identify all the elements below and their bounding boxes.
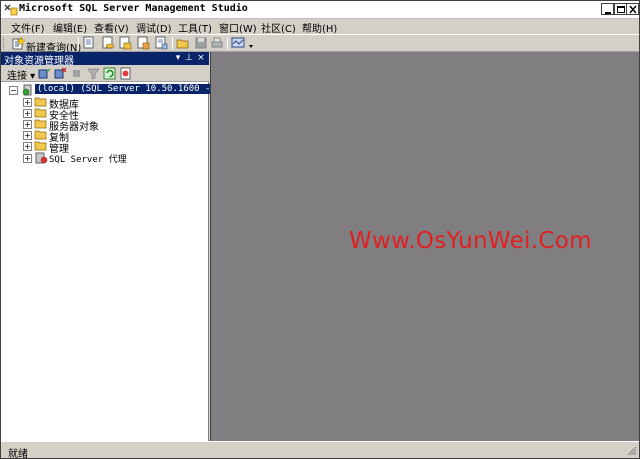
toolbar-separator <box>172 37 173 50</box>
new-file-icon <box>83 36 94 49</box>
new-query-button[interactable]: 新建查询(N) <box>8 36 81 54</box>
refresh-icon[interactable] <box>103 67 116 80</box>
stop-icon[interactable] <box>70 67 83 80</box>
folder-icon <box>34 141 47 151</box>
print-icon <box>211 37 223 48</box>
database-engine-query-icon <box>102 36 115 49</box>
object-explorer-toolbar: 连接 ▾ <box>1 65 209 82</box>
standard-toolbar: 新建查询(N) <box>1 34 639 54</box>
toolbar-overflow-icon <box>249 45 253 48</box>
connect-object-explorer-icon[interactable] <box>38 67 51 80</box>
expand-icon[interactable]: + <box>23 98 32 107</box>
menu-file[interactable]: 文件(F) <box>11 20 45 35</box>
menu-view[interactable]: 查看(V) <box>94 20 129 35</box>
print-button[interactable] <box>210 36 225 51</box>
summary-icon[interactable] <box>119 67 132 80</box>
save-button[interactable] <box>194 36 209 51</box>
expand-icon[interactable]: + <box>23 142 32 151</box>
toolbar-overflow-button[interactable] <box>247 36 255 51</box>
tree-node-management[interactable]: + 管理 <box>1 140 209 155</box>
status-bar: 就绪 <box>1 441 639 459</box>
object-explorer-header: 对象资源管理器 ▾ ⊥ × <box>1 52 209 67</box>
sql-agent-icon <box>35 152 48 164</box>
collapse-icon[interactable]: − <box>9 86 18 95</box>
toolbar-grip[interactable] <box>3 37 6 50</box>
filter-icon[interactable] <box>87 67 100 80</box>
tree-node-sql-agent[interactable]: + SQL Server 代理 <box>1 152 209 165</box>
tree-node-label: SQL Server 代理 <box>49 155 127 165</box>
status-text: 就绪 <box>8 449 28 459</box>
watermark-text: Www.OsYunWei.Com <box>349 228 592 254</box>
connect-dropdown-icon: ▾ <box>27 71 36 82</box>
window-title: Microsoft SQL Server Management Studio <box>19 3 248 14</box>
open-file-button[interactable] <box>176 36 191 51</box>
menu-community[interactable]: 社区(C) <box>261 20 296 35</box>
resize-grip-icon[interactable] <box>626 445 637 456</box>
menu-edit[interactable]: 编辑(E) <box>53 20 87 35</box>
panel-close-icon[interactable]: × <box>196 53 206 63</box>
close-button[interactable] <box>626 3 639 15</box>
new-file-button[interactable] <box>82 36 97 51</box>
analysis-query-button[interactable] <box>118 36 133 51</box>
mdx-query-button[interactable] <box>136 36 151 51</box>
menu-window[interactable]: 窗口(W) <box>219 20 257 35</box>
activity-monitor-icon <box>231 37 245 48</box>
object-explorer-panel: 对象资源管理器 ▾ ⊥ × 连接 ▾ − (local) (SQL Server… <box>1 52 235 441</box>
activity-monitor-button[interactable] <box>231 36 246 51</box>
new-file-2-button[interactable] <box>154 36 169 51</box>
save-icon <box>195 37 207 49</box>
panel-dropdown-icon[interactable]: ▾ <box>173 53 183 63</box>
server-node-label: (local) (SQL Server 10.50.1600 - sa) <box>35 84 235 94</box>
expand-icon[interactable]: + <box>23 131 32 140</box>
menu-debug[interactable]: 调试(D) <box>136 20 172 35</box>
new-query-icon <box>12 37 25 50</box>
new-file-2-icon <box>155 36 168 50</box>
database-engine-query-button[interactable] <box>101 36 116 51</box>
pin-icon[interactable]: ⊥ <box>184 53 194 63</box>
expand-icon[interactable]: + <box>23 120 32 129</box>
connect-label: 连接 <box>7 71 27 82</box>
mdx-query-icon <box>137 36 150 50</box>
server-connected-icon <box>22 84 32 96</box>
menu-help[interactable]: 帮助(H) <box>302 20 337 35</box>
minimize-icon <box>605 12 611 14</box>
close-icon <box>629 5 637 14</box>
expand-icon[interactable]: + <box>23 109 32 118</box>
ssms-window: Microsoft SQL Server Management Studio 文… <box>0 0 640 459</box>
open-file-icon <box>176 39 189 49</box>
analysis-query-icon <box>119 36 132 50</box>
disconnect-icon[interactable] <box>54 67 67 80</box>
toolbar-separator <box>78 37 79 50</box>
title-bar: Microsoft SQL Server Management Studio <box>1 1 639 19</box>
document-area: Www.OsYunWei.Com <box>210 52 639 441</box>
minimize-button[interactable] <box>601 3 614 15</box>
tree-node-server[interactable]: − (local) (SQL Server 10.50.1600 - sa) <box>1 84 235 96</box>
menu-tools[interactable]: 工具(T) <box>178 20 212 35</box>
ssms-app-icon <box>4 4 18 16</box>
expand-icon[interactable]: + <box>23 154 32 163</box>
connect-button[interactable]: 连接 ▾ <box>7 67 35 82</box>
toolbar-separator <box>227 37 228 50</box>
menu-bar: 文件(F) 编辑(E) 查看(V) 调试(D) 工具(T) 窗口(W) 社区(C… <box>1 19 639 35</box>
